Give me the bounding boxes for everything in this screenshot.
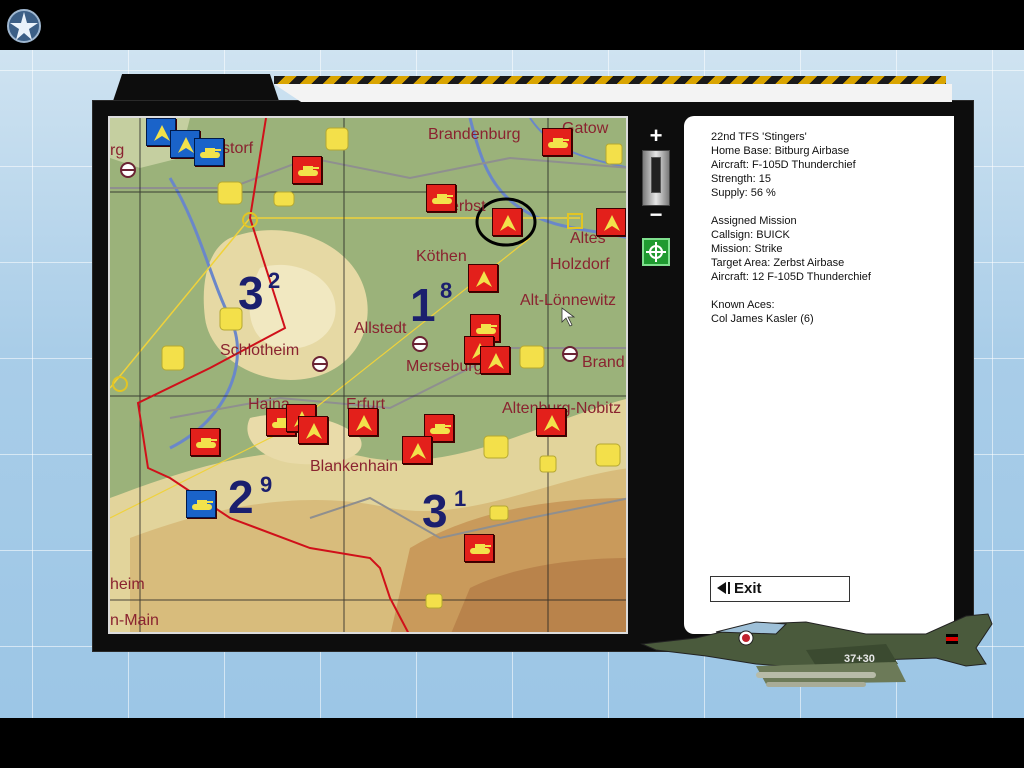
tail-number: 37+30 — [844, 653, 875, 665]
place-label: Alt-Lönnewitz — [520, 292, 617, 309]
map-terrain — [110, 118, 626, 632]
info-line: Mission: Strike — [711, 243, 783, 255]
armor-unit-counter[interactable] — [194, 138, 224, 166]
info-line: Aircraft: F-105D Thunderchief — [711, 159, 856, 171]
top-bar — [0, 0, 1024, 50]
info-line: Assigned Mission — [711, 215, 797, 227]
info-line — [711, 200, 951, 214]
crosshair-icon — [646, 242, 666, 262]
place-label: n-Main — [110, 612, 159, 629]
air-unit-counter[interactable] — [468, 264, 498, 292]
info-line: Strength: 15 — [711, 173, 771, 185]
air-unit-counter[interactable] — [298, 416, 328, 444]
f4-phantom-jet-image: 37+30 — [640, 613, 993, 687]
armor-unit-counter[interactable] — [464, 534, 494, 562]
place-label: Holzdorf — [550, 256, 610, 273]
place-label: Allstedt — [354, 320, 407, 337]
zoom-in-button[interactable]: + — [646, 125, 666, 147]
info-line: Aircraft: 12 F-105D Thunderchief — [711, 271, 871, 283]
sector-supply: 2 — [268, 268, 281, 293]
place-label: heim — [110, 576, 145, 593]
place-label: Schlotheim — [220, 342, 300, 359]
unit-info-text: 22nd TFS 'Stingers' Home Base: Bitburg A… — [711, 130, 951, 326]
place-label: storf — [222, 140, 254, 157]
place-label: rg — [110, 142, 125, 159]
info-line: Known Aces: — [711, 299, 775, 311]
sector-number: 1 — [410, 279, 436, 331]
armor-unit-counter[interactable] — [542, 128, 572, 156]
air-unit-counter[interactable] — [402, 436, 432, 464]
air-unit-counter[interactable] — [536, 408, 566, 436]
info-line: 22nd TFS 'Stingers' — [711, 131, 807, 143]
place-label: Brand — [582, 354, 625, 371]
sector-supply: 8 — [440, 278, 453, 303]
air-unit-counter[interactable] — [480, 346, 510, 374]
place-label: Köthen — [416, 248, 467, 265]
game-screen: Brandenburg Gatow rg storf erbst Altes K… — [0, 0, 1024, 768]
info-line: Callsign: BUICK — [711, 229, 790, 241]
armor-unit-counter[interactable] — [426, 184, 456, 212]
sector-number: 3 — [238, 267, 264, 319]
info-line: Target Area: Zerbst Airbase — [711, 257, 845, 269]
armor-unit-counter[interactable] — [190, 428, 220, 456]
sector-supply: 1 — [454, 486, 467, 511]
armor-unit-counter[interactable] — [292, 156, 322, 184]
place-label: Blankenhain — [310, 458, 399, 475]
campaign-map[interactable]: Brandenburg Gatow rg storf erbst Altes K… — [108, 116, 628, 634]
air-unit-counter[interactable] — [596, 208, 626, 236]
star-logo-icon[interactable] — [6, 8, 42, 44]
zoom-out-button[interactable]: − — [646, 204, 666, 226]
zoom-slider-thumb[interactable] — [651, 157, 661, 193]
folder-header-strip — [274, 84, 952, 102]
unit-info-panel: 22nd TFS 'Stingers' Home Base: Bitburg A… — [684, 116, 954, 634]
bottom-bar — [0, 718, 1024, 768]
exit-label: Exit — [734, 580, 762, 597]
info-line: Col James Kasler (6) — [711, 313, 814, 325]
place-label: Brandenburg — [428, 126, 521, 143]
sector-supply: 9 — [260, 472, 273, 497]
sector-number: 2 — [228, 471, 254, 523]
info-line: Supply: 56 % — [711, 187, 776, 199]
hazard-stripe — [274, 76, 946, 84]
armor-unit-counter[interactable] — [186, 490, 216, 518]
info-line — [711, 284, 951, 298]
center-map-button[interactable] — [642, 238, 670, 266]
air-unit-counter[interactable] — [348, 408, 378, 436]
back-arrow-icon — [717, 582, 726, 594]
exit-button[interactable]: Exit — [710, 576, 850, 602]
info-line: Home Base: Bitburg Airbase — [711, 145, 850, 157]
zoom-slider[interactable] — [642, 150, 670, 206]
sector-number: 3 — [422, 485, 448, 537]
target-unit-counter[interactable] — [492, 208, 522, 236]
